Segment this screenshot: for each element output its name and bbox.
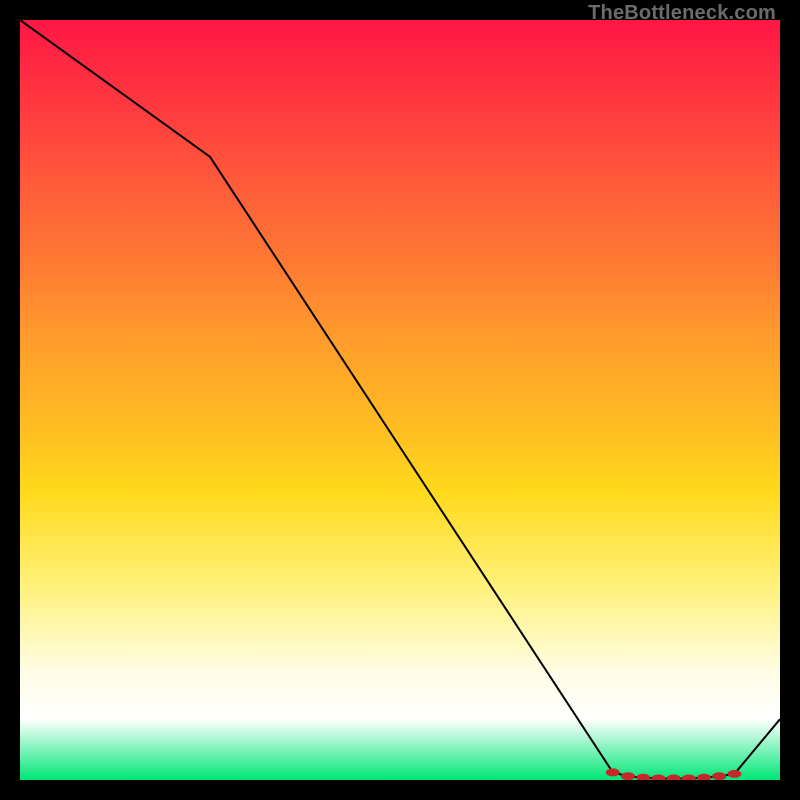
bottleneck-curve-svg [20, 20, 780, 780]
gradient-plot-background [20, 20, 780, 780]
bottleneck-dot [712, 772, 726, 780]
bottleneck-dot [667, 774, 681, 780]
bottleneck-dot [697, 774, 711, 780]
bottleneck-dot-group [606, 768, 742, 780]
bottleneck-dot [621, 772, 635, 780]
bottleneck-line [20, 20, 780, 778]
bottleneck-dot [682, 774, 696, 780]
bottleneck-dot [636, 774, 650, 780]
chart-canvas: TheBottleneck.com [0, 0, 800, 800]
bottleneck-dot [651, 774, 665, 780]
bottleneck-dot [606, 768, 620, 776]
watermark-label: TheBottleneck.com [588, 2, 776, 25]
bottleneck-dot [727, 770, 741, 778]
